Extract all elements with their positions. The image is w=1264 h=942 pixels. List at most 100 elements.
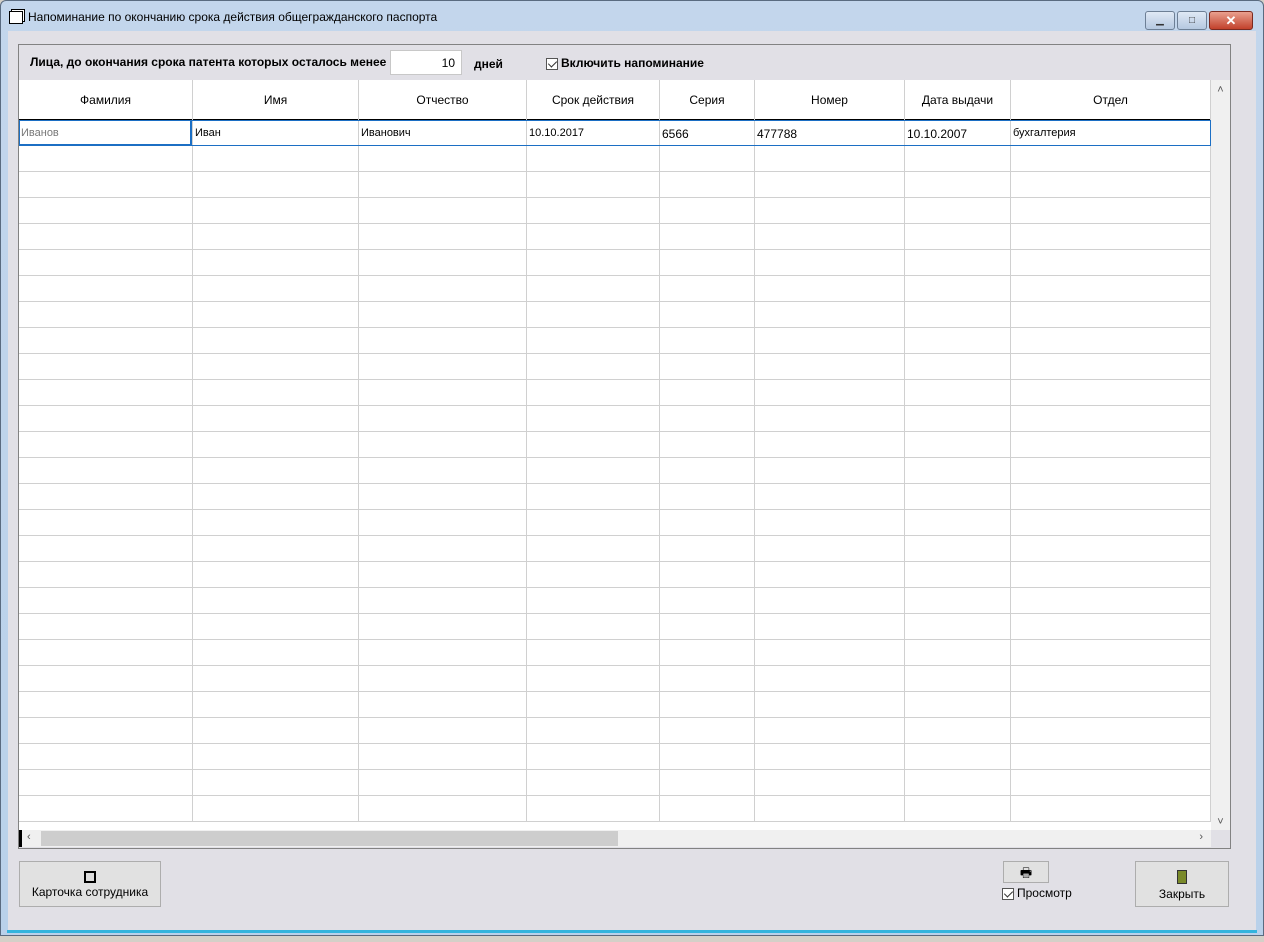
table-cell[interactable] xyxy=(527,484,660,510)
table-cell[interactable] xyxy=(905,198,1011,224)
table-cell[interactable] xyxy=(755,744,905,770)
table-cell[interactable] xyxy=(359,640,527,666)
table-cell[interactable] xyxy=(905,250,1011,276)
minimize-button[interactable]: ▁ xyxy=(1145,11,1175,30)
table-cell[interactable] xyxy=(19,458,193,484)
table-cell[interactable] xyxy=(755,302,905,328)
table-cell[interactable] xyxy=(905,588,1011,614)
table-cell[interactable] xyxy=(19,562,193,588)
table-cell[interactable]: бухгалтерия xyxy=(1011,120,1211,146)
table-cell[interactable] xyxy=(905,224,1011,250)
table-cell[interactable] xyxy=(19,614,193,640)
table-cell[interactable] xyxy=(1011,432,1211,458)
table-cell[interactable] xyxy=(905,510,1011,536)
table-cell[interactable] xyxy=(527,692,660,718)
table-cell[interactable] xyxy=(660,172,755,198)
scroll-up-icon[interactable]: ˄ xyxy=(1211,80,1230,96)
table-cell[interactable] xyxy=(19,146,193,172)
table-cell[interactable] xyxy=(1011,458,1211,484)
print-button[interactable]: 🖶 xyxy=(1003,861,1049,883)
table-cell[interactable] xyxy=(193,562,359,588)
table-cell[interactable]: 477788 xyxy=(755,120,905,146)
table-row[interactable] xyxy=(19,146,1211,172)
table-cell[interactable] xyxy=(193,432,359,458)
table-cell[interactable] xyxy=(660,692,755,718)
table-row[interactable] xyxy=(19,484,1211,510)
scroll-down-icon[interactable]: ˅ xyxy=(1211,816,1230,828)
table-cell[interactable] xyxy=(19,224,193,250)
table-cell[interactable] xyxy=(660,562,755,588)
table-cell[interactable] xyxy=(527,354,660,380)
table-cell[interactable] xyxy=(755,718,905,744)
table-cell[interactable] xyxy=(193,640,359,666)
table-cell[interactable] xyxy=(1011,328,1211,354)
table-cell[interactable] xyxy=(1011,588,1211,614)
table-cell[interactable] xyxy=(19,328,193,354)
table-cell[interactable] xyxy=(359,276,527,302)
column-header[interactable]: Номер xyxy=(755,80,905,120)
table-cell[interactable] xyxy=(660,406,755,432)
table-cell[interactable] xyxy=(1011,718,1211,744)
table-cell[interactable] xyxy=(905,276,1011,302)
table-row[interactable] xyxy=(19,198,1211,224)
table-cell[interactable] xyxy=(905,640,1011,666)
table-cell[interactable] xyxy=(19,796,193,822)
table-cell[interactable] xyxy=(1011,536,1211,562)
column-header[interactable]: Фамилия xyxy=(19,80,193,120)
table-cell[interactable] xyxy=(359,432,527,458)
table-cell[interactable] xyxy=(527,770,660,796)
table-cell[interactable] xyxy=(19,406,193,432)
table-cell[interactable] xyxy=(660,146,755,172)
table-cell[interactable] xyxy=(1011,640,1211,666)
table-cell[interactable] xyxy=(755,354,905,380)
table-cell[interactable] xyxy=(755,406,905,432)
table-cell[interactable] xyxy=(193,406,359,432)
table-row[interactable] xyxy=(19,380,1211,406)
table-cell[interactable] xyxy=(193,484,359,510)
table-cell[interactable] xyxy=(527,198,660,224)
table-cell[interactable] xyxy=(905,432,1011,458)
table-cell[interactable] xyxy=(1011,744,1211,770)
table-row[interactable] xyxy=(19,276,1211,302)
table-cell[interactable] xyxy=(193,692,359,718)
table-cell[interactable] xyxy=(193,536,359,562)
table-row[interactable] xyxy=(19,250,1211,276)
table-cell[interactable] xyxy=(193,250,359,276)
table-row[interactable]: Иванов Иван Иванович 10.10.2017 6566 477788 10… xyxy=(19,120,1211,146)
table-cell[interactable] xyxy=(905,354,1011,380)
table-cell[interactable] xyxy=(755,380,905,406)
close-button[interactable]: Закрыть xyxy=(1135,861,1229,907)
table-row[interactable] xyxy=(19,692,1211,718)
table-cell[interactable] xyxy=(193,796,359,822)
table-cell[interactable] xyxy=(1011,692,1211,718)
table-row[interactable] xyxy=(19,172,1211,198)
table-cell[interactable] xyxy=(755,588,905,614)
table-cell[interactable] xyxy=(755,536,905,562)
table-cell[interactable] xyxy=(193,302,359,328)
table-cell[interactable] xyxy=(1011,302,1211,328)
table-cell[interactable] xyxy=(527,250,660,276)
table-cell[interactable] xyxy=(19,510,193,536)
table-cell[interactable] xyxy=(1011,224,1211,250)
table-row[interactable] xyxy=(19,432,1211,458)
table-cell[interactable] xyxy=(660,380,755,406)
table-row[interactable] xyxy=(19,796,1211,822)
table-cell[interactable] xyxy=(660,276,755,302)
table-cell[interactable] xyxy=(527,458,660,484)
table-row[interactable] xyxy=(19,224,1211,250)
table-cell[interactable] xyxy=(1011,666,1211,692)
table-row[interactable] xyxy=(19,614,1211,640)
table-cell[interactable] xyxy=(359,718,527,744)
table-cell[interactable] xyxy=(359,250,527,276)
table-cell[interactable] xyxy=(755,692,905,718)
scroll-thumb[interactable] xyxy=(41,831,618,846)
table-cell[interactable] xyxy=(755,562,905,588)
table-cell[interactable] xyxy=(193,354,359,380)
table-cell[interactable] xyxy=(905,172,1011,198)
table-cell[interactable] xyxy=(905,718,1011,744)
table-cell[interactable] xyxy=(755,510,905,536)
table-cell[interactable] xyxy=(359,796,527,822)
table-cell[interactable] xyxy=(527,588,660,614)
table-cell[interactable] xyxy=(755,146,905,172)
table-cell[interactable] xyxy=(755,666,905,692)
